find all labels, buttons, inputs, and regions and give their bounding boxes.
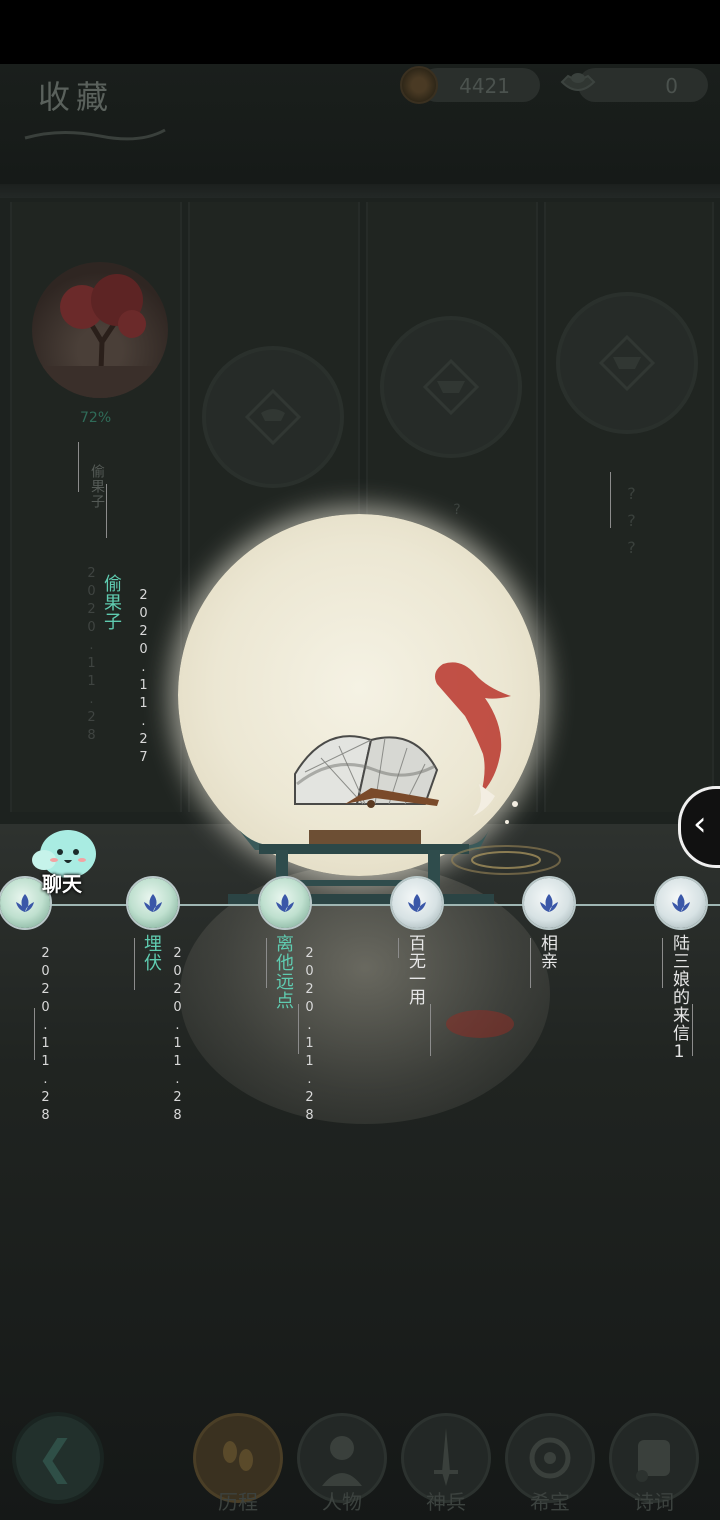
timeline-title: 埋伏 — [141, 934, 162, 972]
card-locked[interactable]: ??? — [544, 202, 714, 812]
back-button[interactable]: ❮ — [16, 1416, 100, 1500]
header-bar: 收藏 4421 0 — [0, 64, 720, 184]
timeline-node[interactable] — [260, 878, 310, 928]
nav-label: 人物 — [322, 1490, 362, 1514]
bottom-nav: ❮ 历程 人物 神兵 希宝 诗词 — [0, 1404, 720, 1520]
entry-title: 偷果子 — [101, 574, 122, 631]
timeline-title: 离他远点 — [273, 934, 294, 1010]
locked-medal — [202, 346, 344, 488]
timeline-divider — [398, 938, 399, 958]
timeline-date: 2020.11.28 — [302, 946, 317, 1126]
lotus-cup-icon — [276, 894, 294, 912]
ingot-counter: 0 — [578, 68, 708, 102]
nav-label: 希宝 — [530, 1490, 570, 1514]
timeline-divider — [530, 938, 531, 988]
timeline-divider — [34, 1008, 35, 1060]
nav-label: 神兵 — [426, 1490, 466, 1514]
timeline-node[interactable] — [392, 878, 442, 928]
nav-tab-characters[interactable]: 人物 — [300, 1416, 384, 1514]
chevron-left-icon: ‹ — [693, 804, 707, 844]
locked-medal — [556, 292, 698, 434]
nav-label: 历程 — [218, 1490, 258, 1514]
timeline-title: 相亲 — [537, 934, 557, 970]
nav-tab-treasures[interactable]: 希宝 — [508, 1416, 592, 1514]
back-arrow-icon: ❮ — [36, 1430, 75, 1484]
locked-medal — [380, 316, 522, 458]
nav-tab-history[interactable]: 历程 — [196, 1416, 280, 1514]
tree-medal-image — [32, 262, 168, 398]
koi-reflection — [446, 1010, 514, 1038]
lock-icon — [598, 334, 656, 392]
ingot-count: 0 — [665, 74, 678, 98]
timeline-divider — [298, 1004, 299, 1054]
page-title: 收藏 — [38, 78, 115, 116]
nav-tab-weapons[interactable]: 神兵 — [404, 1416, 488, 1514]
card-title: ? — [449, 502, 465, 519]
timeline-node[interactable] — [128, 878, 178, 928]
coin-counter: 4421 — [420, 68, 540, 102]
card-progress: 72% — [80, 410, 112, 426]
entry-date: 2020.11.27 — [136, 588, 151, 768]
title-decoration-icon — [24, 128, 166, 141]
timeline-date: 2020.11.28 — [38, 946, 53, 1126]
lotus-cup-icon — [408, 894, 426, 912]
shelf-divider — [0, 184, 720, 198]
timeline-title: 陆三娘的来信1 — [669, 934, 689, 1063]
timeline-date: 2020.11.28 — [170, 946, 185, 1126]
card-title: 偷果子 — [89, 464, 105, 509]
coin-icon — [400, 66, 438, 104]
nav-tab-poems[interactable]: 诗词 — [612, 1416, 696, 1514]
timeline-divider — [692, 1004, 693, 1056]
timeline-title: 百无一用 — [405, 934, 425, 1006]
timeline-divider — [662, 938, 663, 988]
entry-date: 2020.11.28 — [84, 566, 99, 746]
water-ripple — [451, 845, 561, 875]
coin-count: 4421 — [459, 74, 510, 98]
lock-icon — [422, 358, 480, 416]
fan-stand-scene — [239, 662, 518, 854]
timeline-divider — [430, 1004, 431, 1056]
card-divider — [78, 442, 79, 492]
timeline-divider — [134, 938, 135, 990]
chat-label[interactable]: 聊天 — [42, 868, 82, 897]
card-divider — [106, 484, 107, 538]
card-divider — [610, 472, 611, 528]
lotus-cup-icon — [144, 894, 162, 912]
lock-icon — [244, 388, 302, 446]
ingot-icon — [560, 73, 596, 91]
card-title: ??? — [622, 484, 641, 565]
nav-label: 诗词 — [634, 1490, 674, 1514]
lotus-cup-icon — [672, 894, 690, 912]
lotus-cup-icon — [540, 894, 558, 912]
timeline-divider — [266, 938, 267, 988]
timeline-node[interactable] — [656, 878, 706, 928]
collection-screen: 收藏 4421 0 72% 偷果子 ? ??? 偷果子 2020.11.28 2… — [0, 64, 720, 1520]
timeline-node[interactable] — [524, 878, 574, 928]
